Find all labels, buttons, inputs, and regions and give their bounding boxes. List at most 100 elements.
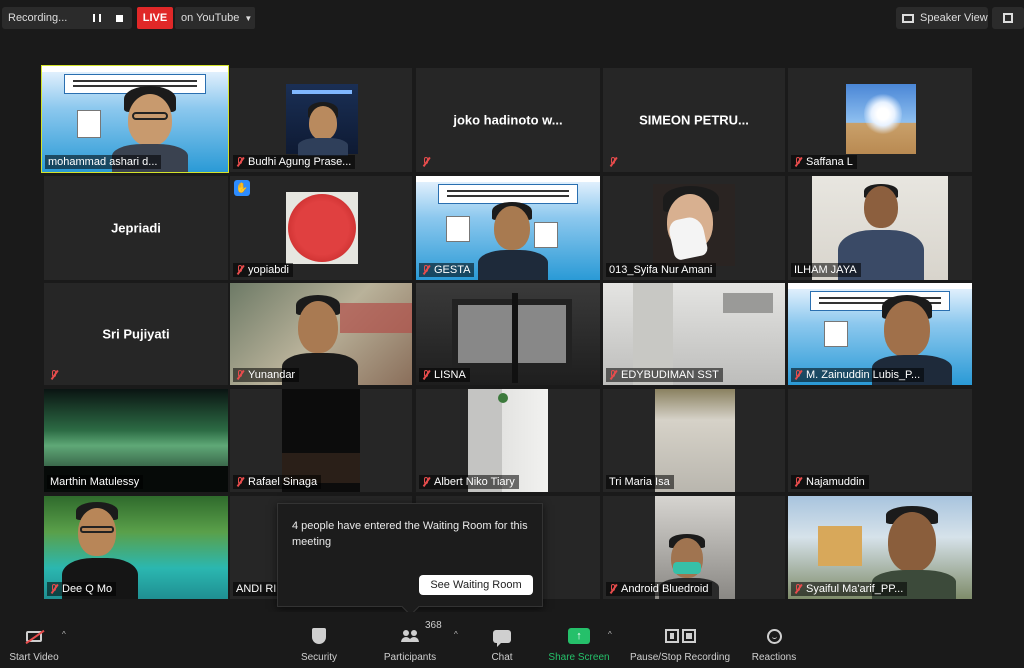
mic-muted-icon (236, 157, 244, 167)
participant-video (286, 84, 358, 156)
participant-tile[interactable]: joko hadinoto w... (416, 68, 600, 172)
participant-name: Albert Niko Tiary (419, 475, 519, 489)
participant-name: ILHAM JAYA (791, 263, 861, 277)
participant-video (653, 184, 735, 266)
mic-muted-icon (609, 584, 617, 594)
participant-video (286, 192, 358, 264)
video-options-caret[interactable]: ^ (62, 630, 66, 639)
participant-name: Marthin Matulessy (47, 475, 144, 489)
participant-name-center: SIMEON PETRU... (639, 112, 749, 128)
chat-button[interactable]: Chat (482, 612, 522, 668)
participant-name: Android Bluedroid (606, 582, 713, 596)
participant-name-center: Jepriadi (111, 220, 161, 236)
participant-name: Yunandar (233, 368, 300, 382)
participant-tile[interactable]: Android Bluedroid (603, 496, 785, 599)
mic-muted-icon (422, 370, 430, 380)
participant-name: Najamuddin (791, 475, 869, 489)
grid-icon (902, 13, 914, 23)
participants-label: Participants (383, 652, 437, 663)
mic-muted-icon (609, 157, 617, 167)
speaker-view-label: Speaker View (920, 12, 988, 24)
participant-name: Budhi Agung Prase... (233, 155, 356, 169)
waiting-room-message: 4 people have entered the Waiting Room f… (292, 520, 528, 548)
mic-muted-icon (609, 370, 617, 380)
participant-tile[interactable]: LISNA (416, 283, 600, 385)
start-video-button[interactable]: Start Video (4, 612, 64, 668)
participant-name-center: Sri Pujiyati (102, 326, 170, 342)
recording-label: Recording... (8, 12, 68, 24)
participant-name: EDYBUDIMAN SST (606, 368, 723, 382)
mic-muted-icon (50, 370, 58, 380)
speaker-view-button[interactable]: Speaker View (896, 7, 988, 29)
participant-tile[interactable]: EDYBUDIMAN SST (603, 283, 785, 385)
pause-recording-icon[interactable] (90, 11, 104, 25)
mic-muted-icon (794, 584, 802, 594)
participant-tile[interactable]: ✋ yopiabdi (230, 176, 412, 280)
participants-button[interactable]: 368 Participants (378, 612, 442, 668)
participants-icon (401, 630, 419, 642)
participant-tile[interactable]: Syaiful Ma'arif_PP... (788, 496, 972, 599)
participant-tile[interactable]: Sri Pujiyati (44, 283, 228, 385)
participant-tile[interactable]: Jepriadi (44, 176, 228, 280)
mic-muted-icon (794, 370, 802, 380)
chevron-down-icon: ▼ (244, 13, 253, 23)
mic-muted-icon (50, 584, 58, 594)
share-screen-label: Share Screen (548, 652, 610, 663)
participants-options-caret[interactable]: ^ (454, 630, 458, 639)
participant-tile[interactable]: SIMEON PETRU... (603, 68, 785, 172)
mic-muted-icon (422, 477, 430, 487)
mic-muted-icon (236, 370, 244, 380)
participant-name: Dee Q Mo (47, 582, 117, 596)
participant-name: ANDI RI (233, 582, 281, 596)
chat-icon (493, 629, 511, 647)
meeting-top-bar: Recording... LIVE on YouTube ▼ Speaker V… (0, 0, 1024, 36)
participant-name: Rafael Sinaga (233, 475, 322, 489)
raised-hand-icon: ✋ (234, 180, 250, 196)
stop-recording-icon[interactable] (112, 11, 126, 25)
participant-tile[interactable]: M. Zainuddin Lubis_P... (788, 283, 972, 385)
participant-name: GESTA (419, 263, 475, 277)
participant-video (846, 84, 916, 154)
participant-tile[interactable]: GESTA (416, 176, 600, 280)
share-screen-button[interactable]: ↑ Share Screen (545, 612, 613, 668)
reactions-button[interactable]: Reactions (748, 612, 800, 668)
participant-tile[interactable]: Tri Maria Isa (603, 389, 785, 492)
participant-name: mohammad ashari d... (45, 155, 162, 169)
pause-stop-recording-icon (664, 629, 696, 643)
participant-name: 013_Syifa Nur Amani (606, 263, 717, 277)
participant-tile[interactable]: Dee Q Mo (44, 496, 228, 599)
mic-muted-icon (794, 157, 802, 167)
participant-name: Tri Maria Isa (606, 475, 674, 489)
participant-tile[interactable]: Najamuddin (788, 389, 972, 492)
participant-tile[interactable]: Yunandar (230, 283, 412, 385)
pause-stop-recording-button[interactable]: Pause/Stop Recording (626, 612, 734, 668)
share-options-caret[interactable]: ^ (608, 630, 612, 639)
participant-tile[interactable]: Albert Niko Tiary (416, 389, 600, 492)
participant-tile[interactable]: Rafael Sinaga (230, 389, 412, 492)
participant-tile[interactable]: Saffana L (788, 68, 972, 172)
fullscreen-icon (1003, 13, 1013, 23)
participant-tile[interactable]: mohammad ashari d... (41, 65, 229, 173)
mic-muted-icon (236, 265, 244, 275)
start-video-label: Start Video (9, 652, 59, 663)
participant-tile[interactable]: Marthin Matulessy (44, 389, 228, 492)
youtube-stream-dropdown[interactable]: on YouTube ▼ (175, 7, 255, 29)
participant-name-center: joko hadinoto w... (453, 112, 563, 128)
see-waiting-room-button[interactable]: See Waiting Room (419, 575, 533, 595)
live-badge: LIVE (137, 7, 173, 29)
security-label: Security (300, 652, 338, 663)
mic-muted-icon (236, 477, 244, 487)
video-off-icon (26, 630, 42, 642)
share-screen-icon: ↑ (568, 628, 590, 644)
participant-name: M. Zainuddin Lubis_P... (791, 368, 925, 382)
participant-tile[interactable]: ILHAM JAYA (788, 176, 972, 280)
participant-name: Saffana L (791, 155, 857, 169)
participant-tile[interactable]: Budhi Agung Prase... (230, 68, 412, 172)
pause-stop-recording-label: Pause/Stop Recording (629, 652, 731, 663)
fullscreen-button[interactable] (992, 7, 1024, 29)
participant-tile[interactable]: 013_Syifa Nur Amani (603, 176, 785, 280)
security-button[interactable]: Security (290, 612, 348, 668)
recording-indicator: Recording... (2, 7, 132, 29)
participant-name: yopiabdi (233, 263, 293, 277)
waiting-room-notification: 4 people have entered the Waiting Room f… (277, 503, 543, 616)
